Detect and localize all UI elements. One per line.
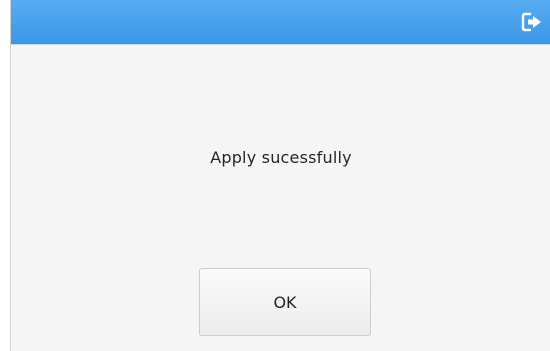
dialog-title-bar bbox=[11, 0, 550, 45]
ok-button[interactable]: OK bbox=[199, 268, 371, 336]
apply-result-dialog: Apply sucessfully OK bbox=[10, 0, 550, 351]
exit-arrow-icon[interactable] bbox=[521, 12, 543, 32]
status-message: Apply sucessfully bbox=[210, 148, 352, 167]
